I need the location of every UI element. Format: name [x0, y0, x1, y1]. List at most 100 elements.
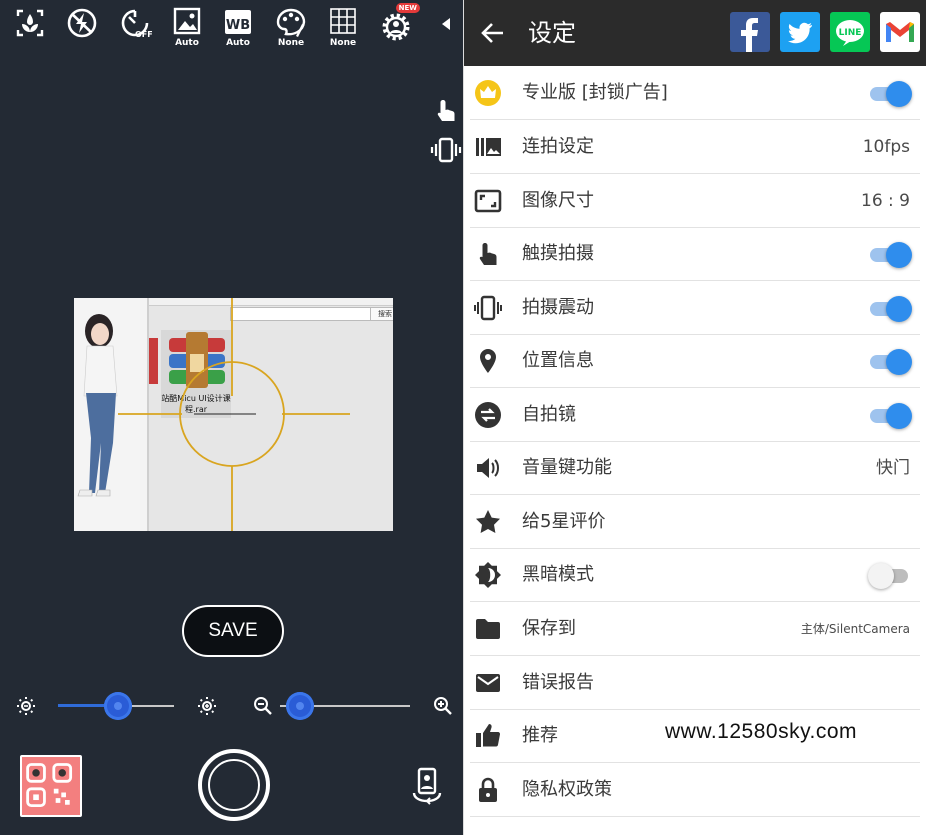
- svg-text:LINE: LINE: [839, 28, 862, 38]
- star-icon: [474, 508, 502, 536]
- vibration-switch[interactable]: [868, 295, 912, 322]
- volume-icon: [474, 454, 502, 482]
- figure-illustration: [77, 314, 118, 497]
- share-twitter-button[interactable]: [780, 12, 820, 52]
- brightness-slider[interactable]: [58, 692, 174, 720]
- color-effect-icon: [276, 8, 306, 37]
- share-gmail-button[interactable]: [880, 12, 920, 52]
- camera-preview[interactable]: 搜索 站酷Micu UI设计课程.rar: [74, 298, 393, 531]
- vibrate-icon: [430, 137, 462, 163]
- setting-row-vibration[interactable]: 拍摄震动: [470, 281, 920, 335]
- setting-value: 主体/SilentCamera: [800, 622, 910, 636]
- zoom-slider[interactable]: [280, 692, 410, 720]
- macro-focus-button[interactable]: [8, 6, 52, 54]
- setting-row-volume-key[interactable]: 音量键功能 快门: [470, 441, 920, 495]
- vibration-toggle[interactable]: [430, 134, 462, 166]
- setting-row-save-location[interactable]: 保存到 主体/SilentCamera: [470, 602, 920, 656]
- mirror-icon: [474, 401, 502, 429]
- focus-overlay: [77, 298, 350, 531]
- setting-label: 错误报告: [522, 672, 594, 693]
- brightness-decrease-button[interactable]: [14, 694, 38, 718]
- grid-button[interactable]: None: [321, 6, 365, 54]
- burst-icon: [474, 133, 502, 161]
- setting-row-burst[interactable]: 连拍设定 10fps: [470, 120, 920, 174]
- more-settings-gear-icon: [382, 13, 410, 41]
- dark-mode-icon: [474, 561, 502, 589]
- shutter-inner-ring: [208, 759, 260, 811]
- gallery-thumbnail[interactable]: [20, 755, 82, 817]
- location-switch[interactable]: [868, 348, 912, 375]
- camera-toolbar: OFF Auto WB Auto None None NEW: [0, 0, 464, 60]
- zoom-thumb[interactable]: [286, 692, 314, 720]
- brightness-increase-button[interactable]: [195, 694, 219, 718]
- brightness-thumb[interactable]: [104, 692, 132, 720]
- setting-row-dark-mode[interactable]: 黑暗模式: [470, 548, 920, 602]
- toolbar-caption: None: [277, 38, 305, 48]
- setting-row-pro[interactable]: 专业版 [封锁广告]: [470, 66, 920, 120]
- setting-label: 保存到: [522, 618, 576, 639]
- settings-appbar: 设定 LINE: [464, 0, 926, 66]
- zoom-out-button[interactable]: [251, 694, 275, 718]
- setting-row-selfie-mirror[interactable]: 自拍镜: [470, 388, 920, 442]
- pro-toggle[interactable]: [868, 80, 912, 107]
- dark-mode-switch[interactable]: [868, 562, 912, 589]
- setting-value: 10fps: [862, 137, 910, 157]
- setting-row-rate[interactable]: 给5星评价: [470, 495, 920, 549]
- location-icon: [474, 347, 502, 375]
- collapse-toolbar-button[interactable]: [430, 6, 460, 54]
- new-badge: NEW: [395, 3, 420, 13]
- white-balance-button[interactable]: WB Auto: [216, 6, 260, 54]
- lock-icon: [474, 776, 502, 804]
- flash-off-icon: [67, 8, 97, 38]
- flash-button[interactable]: [60, 6, 104, 54]
- zoom-in-button[interactable]: [431, 694, 455, 718]
- color-effect-button[interactable]: None: [269, 6, 313, 54]
- grid-icon: [330, 8, 356, 34]
- share-line-button[interactable]: LINE: [830, 12, 870, 52]
- switch-camera-button[interactable]: [410, 767, 444, 805]
- back-arrow-icon[interactable]: [480, 20, 506, 46]
- toolbar-caption: None: [329, 38, 357, 48]
- crown-icon: [474, 79, 502, 107]
- svg-text:WB: WB: [226, 18, 250, 33]
- folder-icon: [474, 615, 502, 643]
- scene-mode-icon: [173, 7, 201, 35]
- zoom-out-icon: [254, 697, 272, 715]
- touch-shoot-switch[interactable]: [868, 241, 912, 268]
- brightness-low-icon: [17, 697, 35, 715]
- setting-row-image-size[interactable]: 图像尺寸 16 : 9: [470, 174, 920, 228]
- gmail-icon: [886, 22, 914, 42]
- shutter-button[interactable]: [198, 749, 270, 821]
- vibrate-icon: [474, 294, 502, 322]
- setting-row-touch-shoot[interactable]: 触摸拍摄: [470, 227, 920, 281]
- selfie-mirror-switch[interactable]: [868, 402, 912, 429]
- share-facebook-button[interactable]: [730, 12, 770, 52]
- touch-shoot-toggle[interactable]: [430, 94, 462, 126]
- setting-label: 给5星评价: [522, 511, 606, 532]
- brightness-high-icon: [198, 697, 216, 715]
- archive-file-icon: [148, 332, 225, 388]
- timer-button[interactable]: OFF: [113, 6, 157, 54]
- setting-label: 隐私权政策: [522, 779, 612, 800]
- setting-row-location[interactable]: 位置信息: [470, 334, 920, 388]
- mail-icon: [474, 669, 502, 697]
- setting-value: 16 : 9: [861, 191, 910, 211]
- touch-icon: [437, 100, 455, 121]
- watermark-text: www.12580sky.com: [665, 720, 858, 743]
- line-icon: LINE: [836, 20, 864, 46]
- setting-label: 自拍镜: [522, 404, 576, 425]
- facebook-icon: [741, 18, 758, 52]
- svg-text:OFF: OFF: [135, 30, 152, 39]
- switch-camera-icon: [412, 767, 442, 805]
- setting-label: 专业版 [封锁广告]: [522, 82, 668, 103]
- scene-mode-button[interactable]: Auto: [165, 6, 209, 54]
- twitter-icon: [788, 22, 812, 44]
- save-button[interactable]: SAVE: [182, 605, 284, 657]
- setting-label: 连拍设定: [522, 136, 594, 157]
- setting-label: 位置信息: [522, 350, 594, 371]
- setting-label: 图像尺寸: [522, 190, 594, 211]
- setting-row-bug-report[interactable]: 错误报告: [470, 656, 920, 710]
- setting-row-privacy[interactable]: 隐私权政策: [470, 763, 920, 817]
- more-settings-button[interactable]: NEW: [374, 3, 420, 54]
- timer-off-icon: OFF: [121, 9, 152, 39]
